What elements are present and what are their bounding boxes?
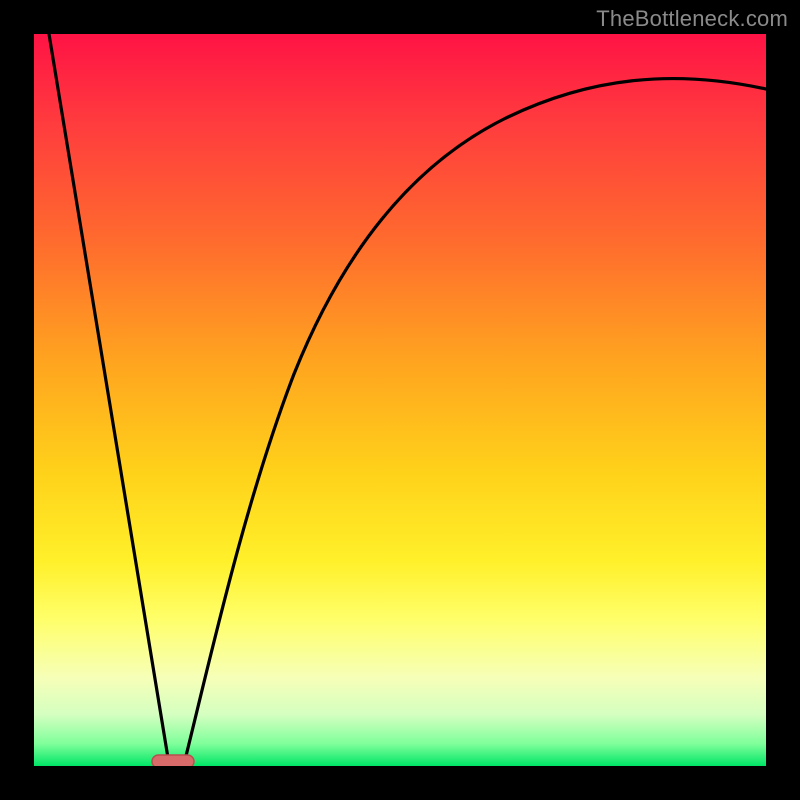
watermark-text: TheBottleneck.com (596, 6, 788, 32)
curve-left-branch (49, 34, 169, 764)
chart-frame: TheBottleneck.com (0, 0, 800, 800)
plot-area (34, 34, 766, 766)
chart-svg (34, 34, 766, 766)
curve-right-branch (184, 79, 766, 764)
minimum-marker (152, 755, 194, 766)
